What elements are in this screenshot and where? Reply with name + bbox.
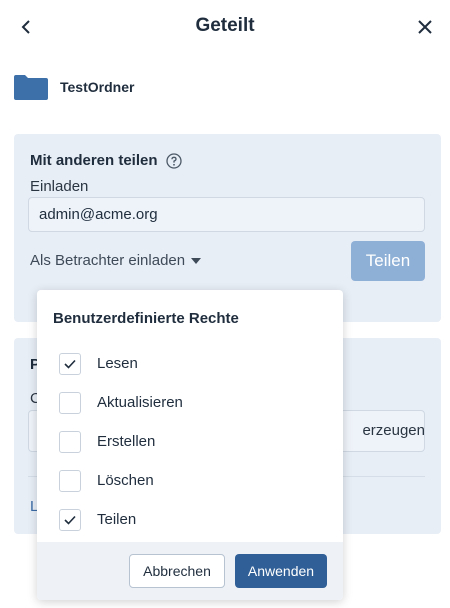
dropdown-footer: Abbrechen Anwenden [37,542,343,600]
cancel-button[interactable]: Abbrechen [129,554,225,588]
close-icon [418,20,432,34]
checkbox-delete[interactable] [59,469,81,492]
permissions-dropdown: Benutzerdefinierte Rechte Lesen Aktualis… [37,290,343,600]
permissions-list: Lesen Aktualisieren Erstellen Löschen Te… [59,344,183,539]
role-label: Als Betrachter einladen [30,252,186,269]
header: Geteilt [0,0,450,56]
permissions-title: Benutzerdefinierte Rechte [53,310,239,327]
help-icon[interactable] [165,152,182,169]
check-icon [64,515,76,525]
checkbox-share[interactable] [59,508,81,531]
invite-label: Einladen [30,178,89,195]
share-button[interactable]: Teilen [351,241,425,281]
page-title: Geteilt [195,15,255,36]
close-button[interactable] [412,14,438,40]
permission-create[interactable]: Erstellen [59,422,183,461]
share-section-title: Mit anderen teilen [30,152,182,169]
folder-name: TestOrdner [60,79,135,95]
permission-label: Löschen [97,472,154,489]
permission-update[interactable]: Aktualisieren [59,383,183,422]
permission-label: Teilen [97,511,137,528]
checkbox-create[interactable] [59,430,81,453]
permission-label: Aktualisieren [97,394,183,411]
role-dropdown[interactable]: Als Betrachter einladen [30,252,202,269]
permission-label: Erstellen [97,433,156,450]
share-title-text: Mit anderen teilen [30,152,158,169]
apply-button[interactable]: Anwenden [235,554,327,588]
email-input[interactable] [28,197,425,232]
permission-read[interactable]: Lesen [59,344,183,383]
caret-down-icon [191,257,202,264]
checkbox-read[interactable] [59,352,81,375]
checkbox-update[interactable] [59,391,81,414]
permission-share[interactable]: Teilen [59,500,183,539]
permission-label: Lesen [97,355,138,372]
permission-delete[interactable]: Löschen [59,461,183,500]
check-icon [64,359,76,369]
generate-link-button[interactable]: erzeugen [362,422,425,439]
folder-row: TestOrdner [14,72,134,102]
folder-icon [14,75,48,100]
